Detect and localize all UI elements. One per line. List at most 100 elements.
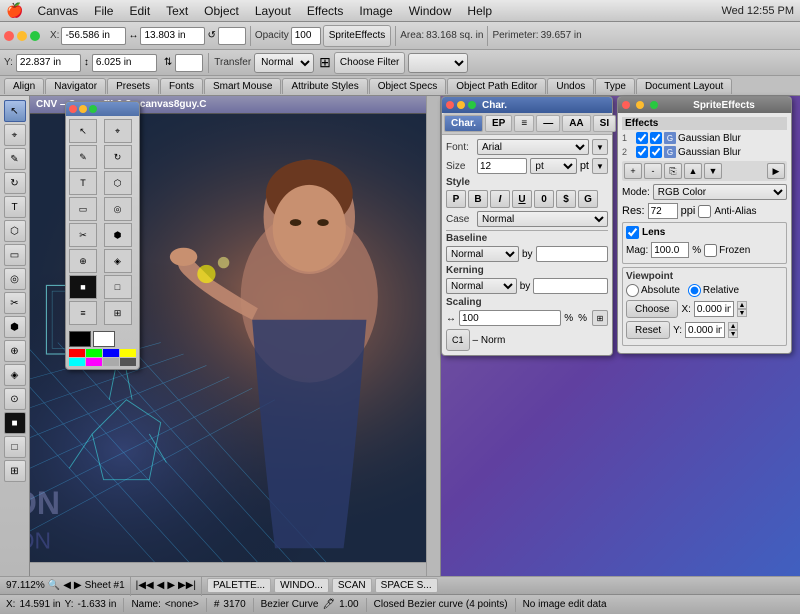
apple-menu-icon[interactable]: 🍎 bbox=[6, 2, 23, 19]
nav-arrows-left[interactable]: |◀◀ bbox=[136, 580, 154, 591]
space-tab[interactable]: SPACE S... bbox=[375, 578, 438, 593]
char-panel-close[interactable] bbox=[446, 101, 454, 109]
x-coord-input[interactable] bbox=[61, 27, 126, 45]
c1-button[interactable]: C1 bbox=[446, 329, 470, 351]
x-up-stepper[interactable]: ▲ bbox=[737, 301, 747, 309]
tab-align[interactable]: Align bbox=[4, 78, 44, 94]
palette-tool-10[interactable]: ⊕ bbox=[69, 249, 97, 273]
color-dg[interactable] bbox=[120, 358, 136, 366]
y-down-stepper[interactable]: ▼ bbox=[728, 330, 738, 338]
windo-tab[interactable]: WINDO... bbox=[274, 578, 329, 593]
style-plain[interactable]: P bbox=[446, 190, 466, 208]
menu-canvas[interactable]: Canvas bbox=[29, 2, 86, 20]
width-input[interactable] bbox=[140, 27, 205, 45]
close-dot[interactable] bbox=[4, 31, 14, 41]
char-tab-line[interactable]: — bbox=[536, 115, 560, 132]
style-shadow[interactable]: $ bbox=[556, 190, 576, 208]
color-r[interactable] bbox=[69, 349, 85, 357]
flip-input[interactable] bbox=[175, 54, 203, 72]
style-italic[interactable]: I bbox=[490, 190, 510, 208]
tab-object-path-editor[interactable]: Object Path Editor bbox=[447, 78, 546, 94]
sprite-tb-right[interactable]: ▶ bbox=[767, 163, 785, 179]
tool-grid[interactable]: ⊞ bbox=[4, 460, 26, 482]
char-tab-ep[interactable]: EP bbox=[485, 115, 512, 132]
effect-1-enabled[interactable] bbox=[650, 132, 662, 144]
frozen-check[interactable] bbox=[704, 244, 717, 257]
nav-arrows-right[interactable]: ▶▶| bbox=[178, 580, 196, 591]
tool-text[interactable]: T bbox=[4, 196, 26, 218]
sprite-tb-add[interactable]: + bbox=[624, 163, 642, 179]
x-down-stepper[interactable]: ▼ bbox=[737, 309, 747, 317]
baseline-select[interactable]: Normal Superscript Subscript bbox=[446, 246, 519, 262]
palette-tool-5[interactable]: ⬡ bbox=[104, 171, 132, 195]
kerning-by-input[interactable] bbox=[533, 278, 608, 294]
tool-pencil[interactable]: ✎ bbox=[4, 148, 26, 170]
nav-arrow-next[interactable]: ▶ bbox=[167, 580, 175, 591]
sprite-tb-down[interactable]: ▼ bbox=[704, 163, 722, 179]
char-panel-minimize[interactable] bbox=[457, 101, 465, 109]
sprite-tb-del[interactable]: - bbox=[644, 163, 662, 179]
color-m[interactable] bbox=[86, 358, 102, 366]
tab-navigator[interactable]: Navigator bbox=[45, 78, 106, 94]
color-g[interactable] bbox=[86, 349, 102, 357]
mode-select[interactable]: RGB Color CMYK Grayscale bbox=[653, 184, 787, 200]
color-b[interactable] bbox=[103, 349, 119, 357]
tool-scissors[interactable]: ✂ bbox=[4, 292, 26, 314]
angle-input[interactable] bbox=[218, 27, 246, 45]
tool-rotate[interactable]: ↻ bbox=[4, 172, 26, 194]
tool-crosshair[interactable]: ⌖ bbox=[4, 124, 26, 146]
palette-tool-4[interactable]: T bbox=[69, 171, 97, 195]
sprite-effects-button[interactable]: SpriteEffects bbox=[323, 25, 392, 47]
color-c[interactable] bbox=[69, 358, 85, 366]
palette-close[interactable] bbox=[69, 105, 77, 113]
palette-tool-12[interactable]: ■ bbox=[69, 275, 97, 299]
palette-minimize[interactable] bbox=[79, 105, 87, 113]
menu-window[interactable]: Window bbox=[401, 2, 460, 20]
x-coord-input[interactable] bbox=[694, 301, 734, 317]
style-outline[interactable]: 0 bbox=[534, 190, 554, 208]
tool-rect[interactable]: ▭ bbox=[4, 244, 26, 266]
style-bold[interactable]: B bbox=[468, 190, 488, 208]
color-swatch-black[interactable] bbox=[69, 331, 91, 347]
palette-tool-11[interactable]: ◈ bbox=[104, 249, 132, 273]
sprite-tb-dup[interactable]: ⎘ bbox=[664, 163, 682, 179]
vertical-scrollbar[interactable] bbox=[426, 96, 440, 576]
sprite-tb-up[interactable]: ▲ bbox=[684, 163, 702, 179]
palette-tool-15[interactable]: ⊞ bbox=[104, 301, 132, 325]
opacity-input[interactable] bbox=[291, 27, 321, 45]
relative-radio[interactable] bbox=[688, 284, 701, 297]
palette-tool-0[interactable]: ↖ bbox=[69, 119, 97, 143]
y-coord-input[interactable] bbox=[685, 322, 725, 338]
palette-tool-2[interactable]: ✎ bbox=[69, 145, 97, 169]
size-options-button[interactable]: ▼ bbox=[592, 158, 608, 174]
tool-ellipse[interactable]: ◎ bbox=[4, 268, 26, 290]
res-input[interactable] bbox=[648, 203, 678, 219]
choose-filter-button[interactable]: Choose Filter bbox=[334, 52, 405, 74]
effect-2-visible[interactable] bbox=[636, 146, 648, 158]
filter-select[interactable] bbox=[408, 53, 468, 73]
tab-attribute-styles[interactable]: Attribute Styles bbox=[282, 78, 367, 94]
maximize-dot[interactable] bbox=[30, 31, 40, 41]
horizontal-scrollbar[interactable] bbox=[30, 562, 426, 576]
char-tab-para[interactable]: ≡ bbox=[514, 115, 534, 132]
y-up-stepper[interactable]: ▲ bbox=[728, 322, 738, 330]
palette-tool-9[interactable]: ⬢ bbox=[104, 223, 132, 247]
menu-edit[interactable]: Edit bbox=[121, 2, 158, 20]
tab-presets[interactable]: Presets bbox=[107, 78, 159, 94]
scaling-input[interactable] bbox=[459, 310, 561, 326]
char-tab-si[interactable]: SI bbox=[593, 115, 616, 132]
tab-document-layout[interactable]: Document Layout bbox=[636, 78, 732, 94]
effect-2-enabled[interactable] bbox=[650, 146, 662, 158]
menu-image[interactable]: Image bbox=[351, 2, 400, 20]
palette-tab[interactable]: PALETTE... bbox=[207, 578, 271, 593]
tool-hex[interactable]: ⬢ bbox=[4, 316, 26, 338]
anti-alias-check[interactable] bbox=[698, 205, 711, 218]
menu-file[interactable]: File bbox=[86, 2, 121, 20]
lens-checkbox[interactable] bbox=[626, 226, 639, 239]
char-tab-aa[interactable]: AA bbox=[562, 115, 590, 132]
sprite-panel-close[interactable] bbox=[622, 101, 630, 109]
palette-tool-6[interactable]: ▭ bbox=[69, 197, 97, 221]
effect-1-visible[interactable] bbox=[636, 132, 648, 144]
y-coord-input[interactable] bbox=[16, 54, 81, 72]
palette-tool-7[interactable]: ◎ bbox=[104, 197, 132, 221]
